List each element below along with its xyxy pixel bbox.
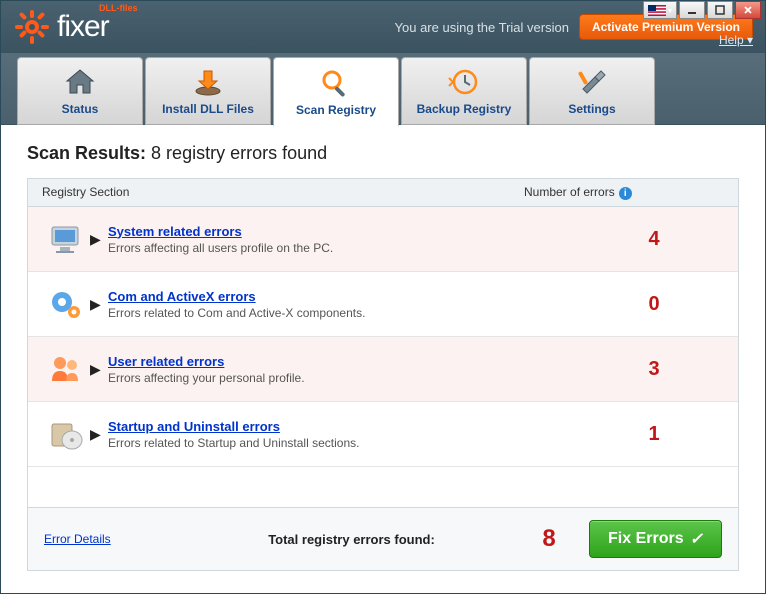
logo-subtext: DLL-files [99,3,138,13]
download-icon [191,66,225,98]
results-footer: Error Details Total registry errors foun… [27,507,739,571]
gear-icon [13,8,51,46]
window-buttons: ▾ [643,1,761,19]
row-description: Errors affecting your personal profile. [108,371,584,385]
row-count: 3 [584,358,724,381]
system-icon [42,221,90,257]
row-title-link[interactable]: Com and ActiveX errors [108,289,584,304]
titlebar: ▾ fixer DLL-files You are using the Tria… [1,1,765,53]
grid-header-count: Number of errorsi [524,185,724,200]
fix-errors-button[interactable]: Fix Errors ✓ [589,520,722,558]
close-button[interactable] [735,1,761,19]
row-title-link[interactable]: Startup and Uninstall errors [108,419,584,434]
tab-settings-label: Settings [568,102,615,116]
grid-header: Registry Section Number of errorsi [27,178,739,207]
table-row: ▶ System related errors Errors affecting… [28,207,738,272]
row-description: Errors related to Com and Active-X compo… [108,306,584,320]
users-icon [42,351,90,387]
total-count: 8 [509,525,589,553]
tab-status[interactable]: Status [17,57,143,125]
row-count: 4 [584,228,724,251]
info-icon[interactable]: i [619,187,632,200]
table-row: ▶ User related errors Errors affecting y… [28,337,738,402]
tab-scan-registry[interactable]: Scan Registry [273,57,399,126]
help-link[interactable]: Help ▾ [719,33,753,47]
row-body: Com and ActiveX errors Errors related to… [108,289,584,320]
heading-bold: Scan Results: [27,143,146,163]
scan-results-heading: Scan Results: 8 registry errors found [27,143,739,164]
row-description: Errors related to Startup and Uninstall … [108,436,584,450]
chevron-right-icon[interactable]: ▶ [90,426,108,443]
row-body: Startup and Uninstall errors Errors rela… [108,419,584,450]
language-flag-button[interactable]: ▾ [643,1,677,19]
row-body: System related errors Errors affecting a… [108,224,584,255]
trial-version-text: You are using the Trial version [395,20,569,35]
chevron-right-icon[interactable]: ▶ [90,231,108,248]
row-description: Errors affecting all users profile on th… [108,241,584,255]
row-title-link[interactable]: User related errors [108,354,584,369]
fix-button-label: Fix Errors [608,530,684,548]
grid-header-section: Registry Section [42,185,524,200]
row-count: 1 [584,423,724,446]
logo-text: fixer [57,10,109,44]
box-cd-icon [42,416,90,452]
chevron-right-icon[interactable]: ▶ [90,296,108,313]
error-details-link[interactable]: Error Details [44,532,194,546]
clock-restore-icon [447,66,481,98]
checkmark-icon: ✓ [690,529,703,549]
tab-backup-label: Backup Registry [417,102,512,116]
row-body: User related errors Errors affecting you… [108,354,584,385]
maximize-button[interactable] [707,1,733,19]
table-row: ▶ Com and ActiveX errors Errors related … [28,272,738,337]
home-icon [63,66,97,98]
chevron-right-icon[interactable]: ▶ [90,361,108,378]
gear-com-icon [42,286,90,322]
help-label: Help [719,33,744,47]
total-label: Total registry errors found: [194,532,509,547]
app-logo: fixer DLL-files [13,8,109,46]
tools-icon [575,66,609,98]
table-row: ▶ Startup and Uninstall errors Errors re… [28,402,738,467]
row-count: 0 [584,293,724,316]
content-area: Scan Results: 8 registry errors found Re… [1,125,765,571]
app-window: ▾ fixer DLL-files You are using the Tria… [0,0,766,594]
magnifier-icon [319,67,353,99]
tab-scan-label: Scan Registry [296,103,376,117]
row-title-link[interactable]: System related errors [108,224,584,239]
heading-rest: 8 registry errors found [146,143,327,163]
tab-backup-registry[interactable]: Backup Registry [401,57,527,125]
tab-settings[interactable]: Settings [529,57,655,125]
results-scroll-area[interactable]: ▶ System related errors Errors affecting… [27,207,739,507]
minimize-button[interactable] [679,1,705,19]
tabbar: Status Install DLL Files Scan Registry B… [1,53,765,125]
tab-install-label: Install DLL Files [162,102,254,116]
tab-install-dll[interactable]: Install DLL Files [145,57,271,125]
tab-status-label: Status [62,102,99,116]
